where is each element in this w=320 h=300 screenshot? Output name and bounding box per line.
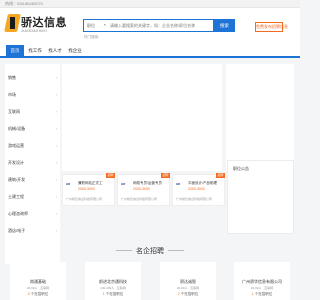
company-name: 骄达诚智 xyxy=(180,279,196,284)
divider xyxy=(168,250,184,251)
logo-name: 骄达信息 xyxy=(21,17,67,29)
sidebar-item[interactable]: 机械/设备 › xyxy=(5,121,60,137)
sidebar-item[interactable]: 开发设计 › xyxy=(5,155,60,171)
chevron-right-icon: › xyxy=(55,160,57,165)
job-company: 广州骄达信息科技有限公司 xyxy=(121,197,158,201)
chevron-right-icon: › xyxy=(55,194,57,199)
banner-area[interactable] xyxy=(62,64,222,171)
sidebar-item-label: 心理咨询师 xyxy=(8,211,28,216)
company-logo: HR xyxy=(66,182,71,186)
job-title: 兼职网站正式工 xyxy=(78,181,103,185)
job-company: 广州骄达信息科技有限公司 xyxy=(66,197,103,201)
sidebar-item-label: 酒店/电子 xyxy=(8,228,26,233)
chevron-right-icon: › xyxy=(55,177,57,182)
hiring-badge: 招聘 xyxy=(161,173,170,178)
announcement-box: 职位公告 xyxy=(227,160,294,234)
sidebar-item-label: 销售 xyxy=(8,75,16,80)
publish-job-button[interactable]: 免费发布招聘信息 xyxy=(255,22,288,32)
main-nav: 首页 找工作 找人才 找企业 xyxy=(0,45,300,58)
sidebar-item[interactable]: 互联网 › xyxy=(5,104,60,120)
sidebar-item-label: 市场 xyxy=(8,92,16,97)
job-salary: 2000-3000 xyxy=(133,187,150,191)
company-logo: HR xyxy=(121,182,126,186)
company-meta: 20-99人 · 互联网 xyxy=(176,286,200,290)
company-meta: 20-99人 · 互联网 xyxy=(26,286,50,290)
nav-item-home[interactable]: 首页 xyxy=(6,45,24,56)
chevron-right-icon: › xyxy=(55,143,57,148)
company-meta: 100-499人 · 互联网 xyxy=(100,286,126,290)
company-card[interactable]: 岗通基础 20-99人 · 互联网 3 个在招职位 xyxy=(10,262,66,300)
job-salary: 2000-3000 xyxy=(78,187,95,191)
job-company: 广州骄达信息科技有限公司 xyxy=(176,197,213,201)
sidebar-item-label: 土建工程 xyxy=(8,194,24,199)
announcement-title: 职位公告 xyxy=(233,166,249,171)
job-title: 平面设计/产品助理 xyxy=(188,181,217,185)
company-meta: 20-99人 · 互联网 xyxy=(250,286,274,290)
job-title: 网络专员/运营专员 xyxy=(133,181,162,185)
sidebar-item-label: 机械/设备 xyxy=(8,126,26,131)
company-name: 岗通基础 xyxy=(30,279,46,284)
company-jobs: 2 个在招职位 xyxy=(177,292,199,296)
company-name: 前进北京通科技 xyxy=(99,279,127,284)
sidebar-item[interactable]: 心理咨询师 › xyxy=(5,206,60,222)
chevron-right-icon: › xyxy=(55,211,57,216)
nav-item-find-talent[interactable]: 找人才 xyxy=(46,45,64,56)
job-card[interactable]: 招聘 HR 平面设计/产品助理 2000-3000 广州骄达信息科技有限公司 xyxy=(172,173,225,206)
category-sidebar: 销售 › 市场 › 互联网 › 机械/设备 › 游戏运营 › 开发设计 › 建筑/开发 › 土… xyxy=(5,64,60,264)
job-cards: 招聘 HR 兼职网站正式工 2000-3000 广州骄达信息科技有限公司 招聘 … xyxy=(62,173,227,238)
job-card[interactable]: 招聘 HR 兼职网站正式工 2000-3000 广州骄达信息科技有限公司 xyxy=(62,173,115,206)
sidebar-item[interactable]: 酒店/电子 › xyxy=(5,223,60,239)
company-card[interactable]: 骄达诚智 20-99人 · 互联网 2 个在招职位 xyxy=(160,262,216,300)
company-jobs: 1 个在招职位 xyxy=(251,292,273,296)
search-box: 职位 ▾ xyxy=(83,19,214,32)
chevron-down-icon[interactable]: ▾ xyxy=(104,23,106,27)
logo-subtitle: JIAODAXINXI xyxy=(21,29,48,33)
company-card[interactable]: 前进北京通科技 100-499人 · 互联网 1 个在招职位 xyxy=(85,262,141,300)
chevron-right-icon: › xyxy=(55,126,57,131)
sidebar-item-label: 开发设计 xyxy=(8,160,24,165)
search-category-select[interactable]: 职位 xyxy=(87,23,95,29)
sidebar-item[interactable]: 游戏运营 › xyxy=(5,138,60,154)
chevron-right-icon: › xyxy=(55,92,57,97)
job-salary: 2000-3000 xyxy=(188,187,205,191)
sidebar-item[interactable]: 市场 › xyxy=(5,87,60,103)
company-logo: HR xyxy=(176,182,181,186)
section-title: 名企招聘 xyxy=(136,248,164,255)
search-input[interactable] xyxy=(110,21,210,30)
top-bar: 热线：028-86282070 xyxy=(0,0,300,8)
site-header: 骄达信息 JIAODAXINXI 职位 ▾ 搜索 免费发布招聘信息 热门搜索： xyxy=(0,8,300,45)
sidebar-item-label: 游戏运营 xyxy=(8,143,24,148)
chevron-right-icon: › xyxy=(55,228,57,233)
company-name: 广州骄华信息有限公司 xyxy=(242,279,282,284)
sidebar-item-label: 互联网 xyxy=(8,109,20,114)
sidebar-item[interactable]: 土建工程 › xyxy=(5,189,60,205)
company-card[interactable]: 广州骄华信息有限公司 20-99人 · 互联网 1 个在招职位 xyxy=(234,262,290,300)
site-logo[interactable]: 骄达信息 JIAODAXINXI xyxy=(4,14,67,38)
search-button[interactable]: 搜索 xyxy=(214,19,235,32)
sidebar-item[interactable]: 建筑/开发 › xyxy=(5,172,60,188)
login-panel xyxy=(226,64,294,171)
chevron-right-icon: › xyxy=(55,75,57,80)
sidebar-item-label: 建筑/开发 xyxy=(8,177,26,182)
job-card[interactable]: 招聘 HR 网络专员/运营专员 2000-3000 广州骄达信息科技有限公司 xyxy=(117,173,170,206)
company-list: 岗通基础 20-99人 · 互联网 3 个在招职位 前进北京通科技 100-49… xyxy=(5,262,295,300)
chevron-right-icon: › xyxy=(55,109,57,114)
nav-item-find-company[interactable]: 找企业 xyxy=(66,45,84,56)
hiring-badge: 招聘 xyxy=(216,173,225,178)
nav-item-find-job[interactable]: 找工作 xyxy=(26,45,44,56)
sidebar-item[interactable]: 销售 › xyxy=(5,70,60,86)
hotline-text: 热线：028-86282070 xyxy=(5,1,43,6)
hot-search-label: 热门搜索： xyxy=(84,35,102,39)
company-jobs: 1 个在招职位 xyxy=(102,292,124,296)
hiring-badge: 招聘 xyxy=(106,173,115,178)
logo-mark-icon xyxy=(4,14,21,32)
company-jobs: 3 个在招职位 xyxy=(27,292,49,296)
